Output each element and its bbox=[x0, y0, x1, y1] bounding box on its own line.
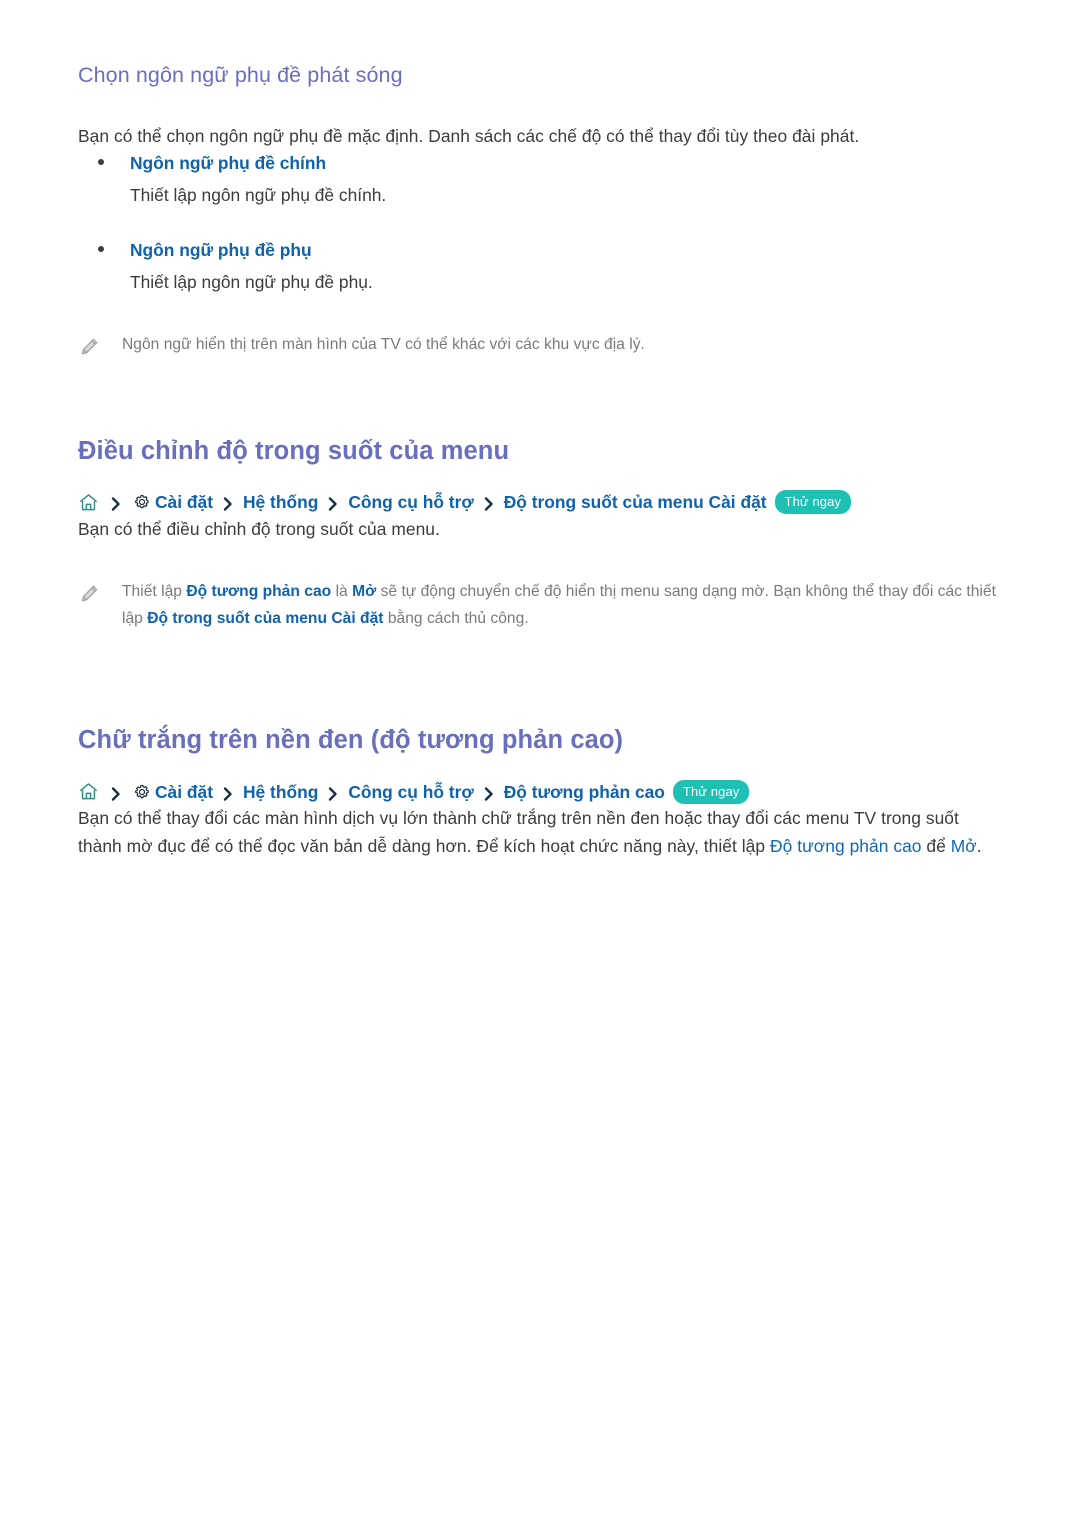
option-term[interactable]: Ngôn ngữ phụ đề phụ bbox=[130, 237, 1002, 263]
note-row: Ngôn ngữ hiển thị trên màn hình của TV c… bbox=[78, 332, 1002, 359]
pencil-icon bbox=[78, 336, 100, 358]
note-text: Thiết lập Độ tương phản cao là Mở sẽ tự … bbox=[122, 579, 1002, 633]
body-text-part: . bbox=[976, 836, 982, 857]
option-term[interactable]: Ngôn ngữ phụ đề chính bbox=[130, 150, 1002, 176]
chevron-right-icon bbox=[481, 784, 497, 801]
note-text-part: là bbox=[331, 582, 353, 600]
note-text-part: bằng cách thủ công. bbox=[383, 609, 529, 627]
breadcrumb: Cài đặt Hệ thống Công cụ hỗ trợ Độ tương… bbox=[78, 779, 1002, 804]
subtitle-options-list: Ngôn ngữ phụ đề chính Thiết lập ngôn ngữ… bbox=[78, 150, 1002, 296]
breadcrumb-item-accessibility[interactable]: Công cụ hỗ trợ bbox=[348, 490, 473, 514]
breadcrumb-item-target[interactable]: Độ tương phản cao bbox=[504, 780, 665, 804]
section-body-paragraph: Bạn có thể điều chỉnh độ trong suốt của … bbox=[78, 518, 440, 539]
note-inline-term[interactable]: Độ tương phản cao bbox=[186, 583, 331, 600]
note-text: Ngôn ngữ hiển thị trên màn hình của TV c… bbox=[122, 336, 645, 354]
option-description: Thiết lập ngôn ngữ phụ đề phụ. bbox=[130, 272, 373, 293]
list-item: Ngôn ngữ phụ đề phụ Thiết lập ngôn ngữ p… bbox=[78, 237, 1002, 296]
note-row: Thiết lập Độ tương phản cao là Mở sẽ tự … bbox=[78, 579, 1002, 633]
bullet-dot-icon bbox=[98, 159, 104, 166]
breadcrumb-item-settings[interactable]: Cài đặt bbox=[155, 490, 213, 514]
breadcrumb-item-system[interactable]: Hệ thống bbox=[243, 490, 318, 514]
breadcrumb-item-system[interactable]: Hệ thống bbox=[243, 780, 318, 804]
note-inline-term[interactable]: Mở bbox=[352, 583, 376, 600]
bullet-dot-icon bbox=[98, 246, 104, 253]
home-icon[interactable] bbox=[78, 492, 99, 513]
section-body-paragraph: Bạn có thể thay đổi các màn hình dịch vụ… bbox=[78, 804, 1002, 860]
section-heading-high-contrast: Chữ trắng trên nền đen (độ tương phản ca… bbox=[78, 726, 624, 755]
gear-icon[interactable] bbox=[132, 782, 152, 802]
note-inline-term[interactable]: Độ trong suốt của menu Cài đặt bbox=[147, 610, 383, 627]
chevron-right-icon bbox=[481, 494, 497, 512]
chevron-right-icon bbox=[108, 494, 124, 512]
note-text-part: Thiết lập bbox=[122, 582, 187, 600]
section-heading-menu-transparency: Điều chỉnh độ trong suốt của menu bbox=[78, 437, 510, 466]
breadcrumb-item-target[interactable]: Độ trong suốt của menu Cài đặt bbox=[504, 490, 767, 514]
chevron-right-icon bbox=[220, 784, 236, 801]
breadcrumb-item-accessibility[interactable]: Công cụ hỗ trợ bbox=[348, 780, 473, 804]
section-heading-subtitle-language: Chọn ngôn ngữ phụ đề phát sóng bbox=[78, 63, 403, 87]
chevron-right-icon bbox=[220, 494, 236, 512]
body-inline-term[interactable]: Độ tương phản cao bbox=[770, 836, 922, 856]
list-item: Ngôn ngữ phụ đề chính Thiết lập ngôn ngữ… bbox=[78, 150, 1002, 209]
chevron-right-icon bbox=[325, 494, 341, 512]
try-now-badge[interactable]: Thử ngay bbox=[672, 779, 750, 804]
chevron-right-icon bbox=[325, 784, 341, 801]
try-now-badge[interactable]: Thử ngay bbox=[774, 490, 852, 515]
chevron-right-icon bbox=[108, 784, 124, 801]
section-intro-paragraph: Bạn có thể chọn ngôn ngữ phụ đề mặc định… bbox=[78, 125, 860, 146]
breadcrumb-item-settings[interactable]: Cài đặt bbox=[155, 780, 213, 804]
option-description: Thiết lập ngôn ngữ phụ đề chính. bbox=[130, 185, 387, 206]
document-page: Chọn ngôn ngữ phụ đề phát sóng Bạn có th… bbox=[0, 0, 1080, 1527]
breadcrumb: Cài đặt Hệ thống Công cụ hỗ trợ Độ trong… bbox=[78, 490, 1002, 515]
gear-icon[interactable] bbox=[132, 492, 152, 512]
home-icon[interactable] bbox=[78, 781, 99, 802]
body-text-part: để bbox=[921, 836, 951, 857]
pencil-icon bbox=[78, 583, 100, 605]
body-inline-term[interactable]: Mở bbox=[951, 836, 977, 856]
